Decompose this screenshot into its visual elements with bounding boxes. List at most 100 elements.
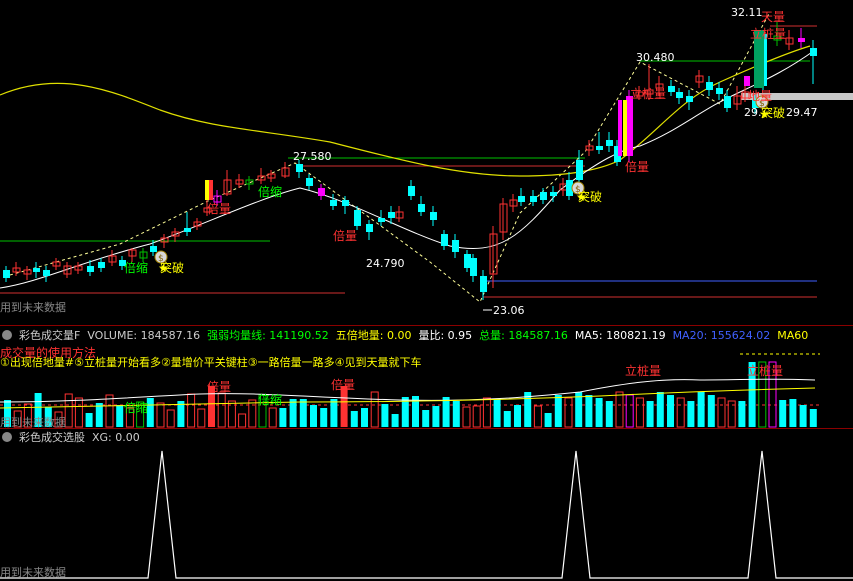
vol-five-x: 五倍地量: 0.00	[335, 329, 412, 342]
vol-total: 总量: 184587.16	[479, 329, 568, 342]
volume-bar	[74, 397, 83, 428]
volume-bar	[585, 395, 593, 427]
settings-circle-icon-2[interactable]	[2, 432, 12, 442]
candle-accent	[618, 100, 622, 156]
tag-beiliang-1: 倍量	[625, 159, 649, 174]
candle-body	[470, 258, 477, 276]
candle-body	[540, 192, 547, 200]
volume-bar	[676, 397, 685, 428]
candle-body	[452, 240, 459, 252]
volume-bar	[116, 405, 124, 427]
tag-liztz-top: 立桩量	[750, 26, 786, 41]
volume-bar	[197, 408, 206, 428]
vol-tag-beisuo-2: 倍缩	[258, 392, 282, 407]
vol-tag-beiliang: 倍量	[207, 379, 231, 394]
volume-bar	[635, 397, 644, 428]
volume-bar	[564, 397, 573, 428]
volume-bar	[717, 397, 726, 428]
candle-body	[330, 200, 337, 206]
volume-bar	[156, 402, 165, 428]
method-line: ①出现倍地量#⑤立桩量开始看多②量增价平关键柱③一路倍量一路多④见到天量就下车	[0, 355, 422, 369]
xg-pane: 用到未来数据	[0, 450, 853, 579]
vol-indicator-name: 彩色成交量F	[19, 329, 81, 342]
volume-bar	[615, 391, 624, 428]
candle-body	[366, 224, 373, 232]
volume-bar	[268, 407, 277, 428]
volume-bar	[462, 406, 471, 428]
vol-ratio: 量比: 0.95	[418, 329, 473, 342]
candle-body	[430, 212, 437, 220]
volume-bar	[493, 399, 501, 427]
vol-strong-weak: 强弱均量线: 141190.52	[207, 329, 329, 342]
vol-ma5: MA5: 180821.19	[574, 329, 666, 342]
xg-signal-line	[0, 450, 853, 579]
candle-body	[606, 140, 613, 146]
xg-value: XG: 0.00	[92, 431, 140, 444]
candle-body	[418, 204, 425, 212]
volume-bar	[85, 413, 93, 427]
tag-tupo-1: 突破	[160, 260, 184, 275]
xg-indicator-name: 彩色成交选股	[19, 431, 85, 444]
candle-body	[354, 210, 361, 226]
volume-bar	[514, 405, 521, 427]
candle-body	[810, 48, 817, 56]
candle-body	[676, 92, 683, 98]
stock-chart[interactable]: ★★★$$$ 32.11 30.480 29.47 29. 27.580 24.…	[0, 0, 853, 581]
tag-beisuo-1: 倍缩	[258, 184, 282, 199]
volume-bar	[646, 401, 654, 427]
candle-body	[441, 234, 448, 246]
vol-ma20: MA20: 155624.02	[672, 329, 771, 342]
volume-bar	[503, 411, 511, 427]
volume-bar	[105, 394, 114, 428]
candle-body	[296, 164, 303, 172]
volume-bar	[707, 395, 715, 427]
volume-bar	[64, 393, 73, 428]
tag-beiliang-2: 倍量	[207, 201, 231, 216]
candle-body	[378, 218, 385, 222]
candle-body	[3, 270, 10, 278]
candle-body	[43, 270, 50, 276]
volume-bar	[533, 405, 542, 428]
volume-bar	[422, 410, 430, 427]
candle-body	[150, 246, 157, 252]
volume-indicator-header[interactable]: 彩色成交量F VOLUME: 184587.16 强弱均量线: 141190.52 五…	[0, 327, 853, 345]
candle-body	[342, 200, 349, 206]
candle-body	[626, 96, 633, 156]
candle-body	[98, 262, 105, 268]
volume-bar	[187, 393, 196, 428]
candle-body	[306, 178, 313, 186]
volume-bar	[248, 399, 257, 428]
candle-body	[798, 38, 805, 42]
volume-bar	[217, 392, 226, 428]
price-label-24790: 24.790	[366, 257, 405, 270]
candle-body	[480, 276, 487, 292]
candle-body	[706, 82, 713, 90]
price-pane: ★★★$$$ 32.11 30.480 29.47 29. 27.580 24.…	[0, 6, 853, 317]
volume-bar	[452, 401, 460, 427]
volume-bar	[554, 395, 562, 427]
price-label-low: 23.06	[493, 304, 525, 317]
volume-bar	[320, 408, 328, 427]
tag-tianliang: 天量	[761, 10, 785, 24]
vol-volume: VOLUME: 184587.16	[87, 329, 201, 342]
price-label-27580: 27.580	[293, 150, 332, 163]
vol-ma60: MA60	[777, 329, 809, 342]
vol-tag-beiliang-2: 倍量	[331, 377, 355, 392]
candle-accent	[623, 100, 627, 156]
volume-bar	[391, 414, 399, 427]
volume-bar	[361, 408, 368, 427]
volume-bar	[370, 391, 379, 428]
volume-bar	[166, 409, 175, 428]
settings-circle-icon[interactable]	[2, 330, 12, 340]
candle-body	[530, 196, 537, 202]
volume-bar	[667, 395, 674, 427]
tag-dizhu: 地量	[748, 89, 772, 103]
ma-line	[0, 45, 811, 177]
volume-bar	[799, 405, 807, 427]
future-data-note-xg: 用到未来数据	[0, 565, 66, 579]
volume-bar	[656, 392, 664, 427]
volume-bar	[350, 411, 358, 427]
xg-indicator-header[interactable]: 彩色成交选股 XG: 0.00	[0, 429, 853, 447]
tag-liztz-1: 立桩量	[630, 86, 666, 101]
candle-body	[464, 254, 471, 268]
